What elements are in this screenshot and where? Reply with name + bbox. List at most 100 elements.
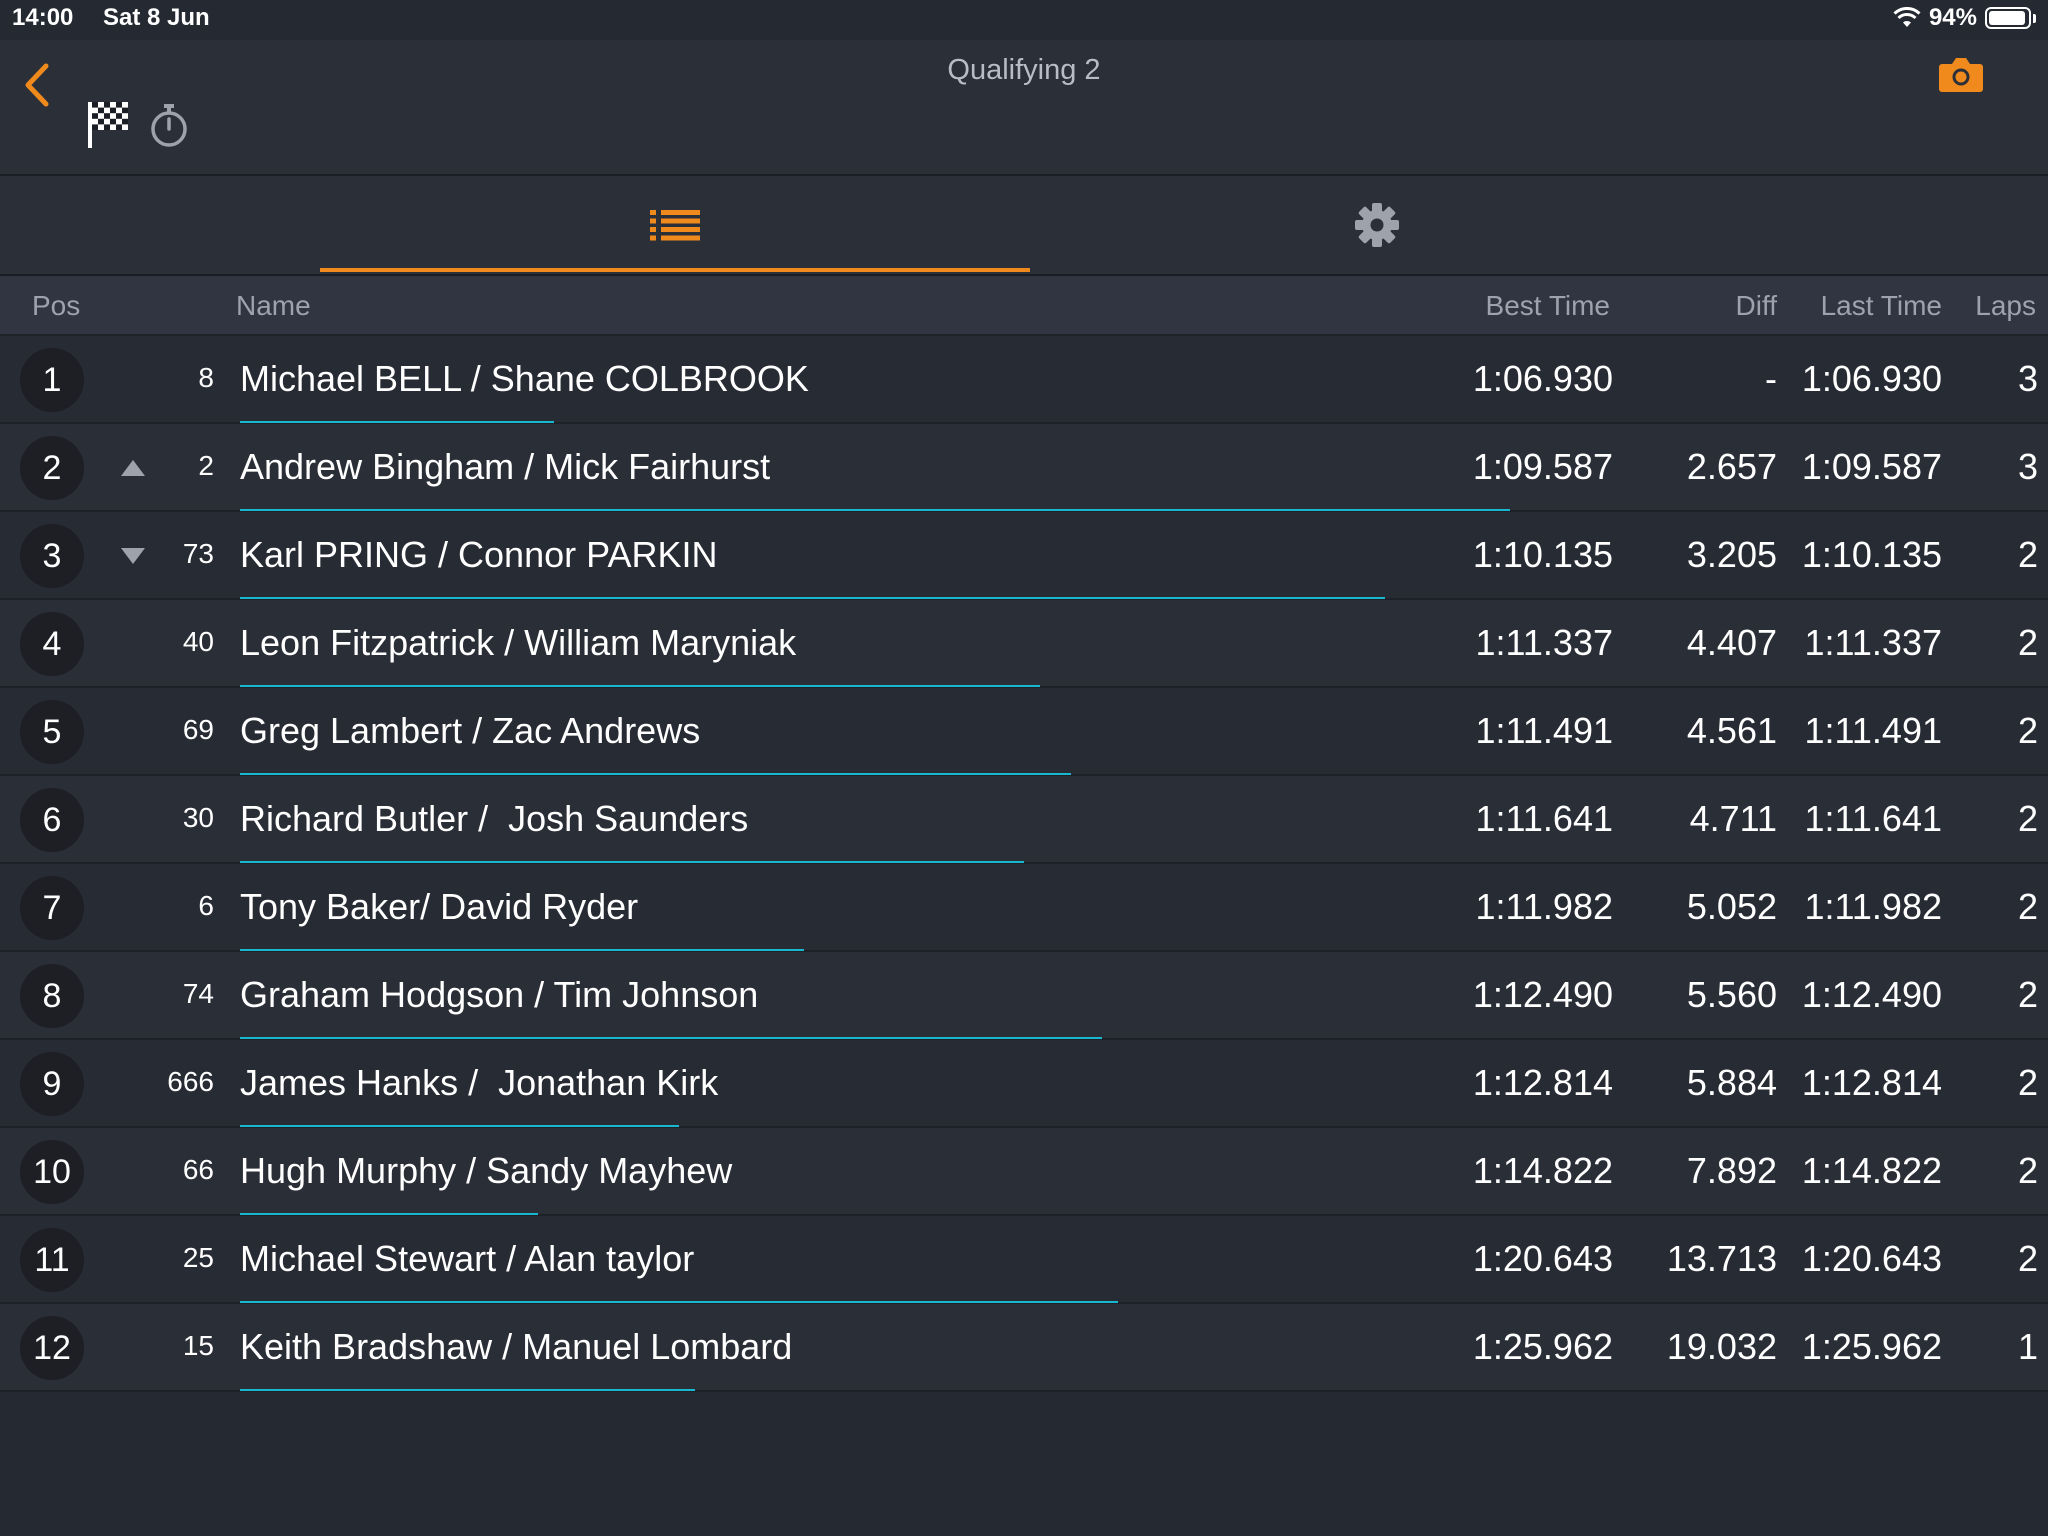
position-down-icon [120, 546, 146, 566]
page-title: Qualifying 2 [947, 54, 1101, 86]
table-row[interactable]: 9 666 James Hanks / Jonathan Kirk 1:12.814 5… [0, 1040, 2048, 1128]
column-header-pos: Pos [32, 290, 81, 321]
best-time: 1:12.490 [1472, 974, 1613, 1015]
tab-settings[interactable] [1022, 176, 1732, 274]
last-time: 1:12.490 [1801, 974, 1942, 1015]
time-diff: 5.884 [1686, 1062, 1777, 1103]
last-time: 1:25.962 [1801, 1326, 1942, 1367]
position-trend-icon [120, 1162, 146, 1182]
table-row[interactable]: 7 6 Tony Baker/ David Ryder 1:11.982 5.052 1:… [0, 864, 2048, 952]
driver-names: Leon Fitzpatrick / William Maryniak [240, 622, 797, 663]
battery-icon [1985, 7, 2031, 29]
table-row[interactable]: 10 66 Hugh Murphy / Sandy Mayhew 1:14.822 7.… [0, 1128, 2048, 1216]
driver-names: Karl PRING / Connor PARKIN [240, 534, 718, 575]
car-number: 25 [182, 1242, 214, 1273]
lap-progress-bar [240, 949, 804, 951]
best-time: 1:25.962 [1472, 1326, 1613, 1367]
time-diff: - [1765, 358, 1777, 399]
table-row[interactable]: 5 69 Greg Lambert / Zac Andrews 1:11.491 4.5… [0, 688, 2048, 776]
position-badge: 4 [20, 612, 84, 676]
table-row[interactable]: 12 15 Keith Bradshaw / Manuel Lombard 1:25.… [0, 1304, 2048, 1392]
position-badge: 1 [20, 348, 84, 412]
position-trend-icon [120, 370, 146, 390]
last-time: 1:10.135 [1801, 534, 1942, 575]
position-badge: 5 [20, 700, 84, 764]
time-diff: 4.711 [1689, 798, 1777, 839]
lap-count: 2 [2017, 622, 2038, 663]
tab-bar [0, 176, 2048, 276]
lap-progress-bar [240, 685, 1040, 687]
position-trend-icon [120, 1074, 146, 1094]
gear-icon [1355, 203, 1399, 247]
lap-count: 3 [2017, 446, 2038, 487]
camera-button[interactable] [1938, 54, 1984, 94]
time-diff: 4.407 [1686, 622, 1777, 663]
lap-count: 2 [2017, 1238, 2038, 1279]
last-time: 1:11.982 [1804, 886, 1942, 927]
battery-percent: 94% [1928, 4, 1977, 31]
car-number: 40 [182, 626, 214, 657]
position-badge: 6 [20, 788, 84, 852]
best-time: 1:11.982 [1475, 886, 1613, 927]
lap-count: 2 [2017, 1150, 2038, 1191]
position-badge: 10 [20, 1140, 84, 1204]
lap-progress-bar [240, 1037, 1102, 1039]
lap-count: 1 [2017, 1326, 2038, 1367]
column-header-name: Name [236, 290, 311, 321]
best-time: 1:14.822 [1472, 1150, 1613, 1191]
best-time: 1:11.641 [1475, 798, 1613, 839]
tab-results-list[interactable] [320, 176, 1030, 274]
column-header-row: Pos Name Best Time Diff Last Time Laps [0, 276, 2048, 336]
lap-progress-bar [240, 421, 554, 423]
position-trend-icon [120, 898, 146, 918]
position-badge: 7 [20, 876, 84, 940]
table-row[interactable]: 3 73 Karl PRING / Connor PARKIN 1:10.135 3.2… [0, 512, 2048, 600]
position-trend-icon [120, 722, 146, 742]
best-time: 1:20.643 [1472, 1238, 1613, 1279]
table-row[interactable]: 1 8 Michael BELL / Shane COLBROOK 1:06.930-… [0, 336, 2048, 424]
car-number: 66 [182, 1154, 214, 1185]
car-number: 2 [198, 450, 214, 481]
lap-progress-bar [240, 1213, 538, 1215]
status-date: Sat 8 Jun [103, 4, 210, 31]
car-number: 69 [182, 714, 214, 745]
best-time: 1:09.587 [1472, 446, 1613, 487]
car-number: 73 [182, 538, 214, 569]
lap-count: 2 [2017, 1062, 2038, 1103]
time-diff: 13.713 [1666, 1238, 1777, 1279]
car-number: 666 [167, 1066, 214, 1097]
active-tab-indicator [320, 268, 1030, 272]
position-badge: 11 [20, 1228, 84, 1292]
driver-names: Michael BELL / Shane COLBROOK [240, 358, 809, 399]
table-row[interactable]: 4 40 Leon Fitzpatrick / William Maryniak 1:… [0, 600, 2048, 688]
table-row[interactable]: 11 25 Michael Stewart / Alan taylor 1:20.64… [0, 1216, 2048, 1304]
best-time: 1:12.814 [1472, 1062, 1613, 1103]
lap-count: 2 [2017, 798, 2038, 839]
nav-bar: Qualifying 2 [0, 40, 2048, 176]
car-number: 15 [182, 1330, 214, 1361]
lap-count: 3 [2017, 358, 2038, 399]
position-trend-icon [120, 810, 146, 830]
time-diff: 5.560 [1686, 974, 1777, 1015]
position-trend-icon [120, 1250, 146, 1270]
best-time: 1:10.135 [1472, 534, 1613, 575]
last-time: 1:06.930 [1801, 358, 1942, 399]
lap-count: 2 [2017, 710, 2038, 751]
results-table: 1 8 Michael BELL / Shane COLBROOK 1:06.930-… [0, 336, 2048, 1392]
lap-progress-bar [240, 861, 1024, 863]
checkered-flag-icon[interactable] [86, 100, 132, 150]
battery-level [1989, 11, 2025, 25]
table-row[interactable]: 8 74 Graham Hodgson / Tim Johnson 1:12.490 5… [0, 952, 2048, 1040]
last-time: 1:11.491 [1804, 710, 1942, 751]
lap-count: 2 [2017, 974, 2038, 1015]
driver-names: James Hanks / Jonathan Kirk [240, 1062, 719, 1103]
stopwatch-icon[interactable] [148, 103, 190, 149]
last-time: 1:20.643 [1801, 1238, 1942, 1279]
table-row[interactable]: 6 30 Richard Butler / Josh Saunders 1:11.64… [0, 776, 2048, 864]
driver-names: Graham Hodgson / Tim Johnson [240, 974, 759, 1015]
status-time: 14:00 [12, 4, 74, 31]
best-time: 1:11.491 [1475, 710, 1613, 751]
column-header-diff: Diff [1735, 290, 1778, 321]
driver-names: Hugh Murphy / Sandy Mayhew [240, 1150, 733, 1191]
table-row[interactable]: 2 2 Andrew Bingham / Mick Fairhurst 1:09.58… [0, 424, 2048, 512]
